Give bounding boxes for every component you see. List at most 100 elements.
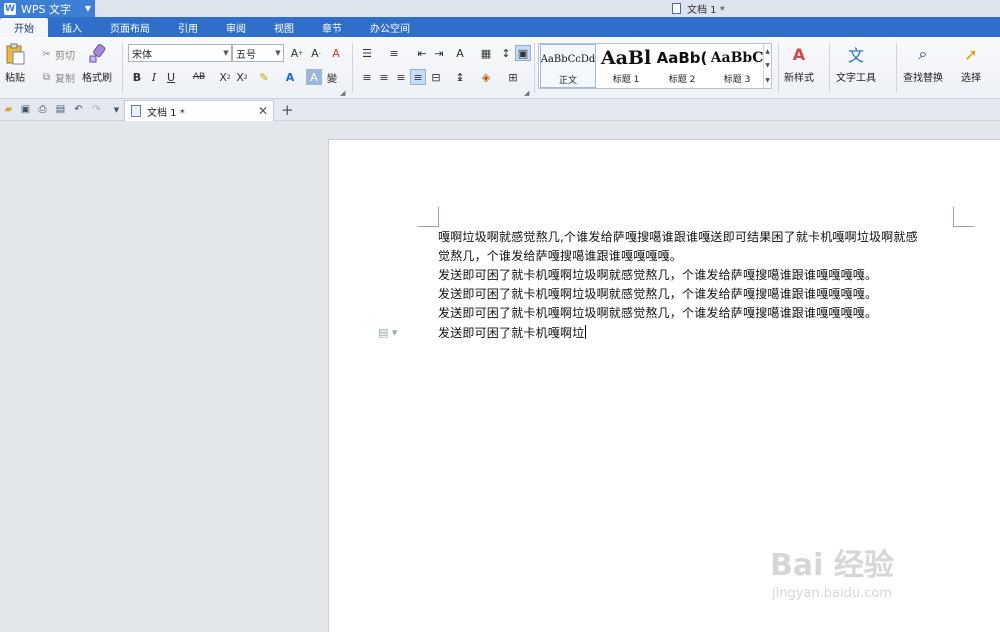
font-color-icon[interactable]: A — [282, 69, 298, 85]
new-style-button[interactable]: A 新样式 — [784, 43, 814, 85]
numbered-list-icon[interactable]: ≡ — [386, 45, 402, 61]
borders-icon[interactable]: ⊞ — [505, 69, 521, 85]
document-line[interactable]: 嘎啊垃圾啊就感觉熬几,个谁发给萨嘎搜噶谁跟谁嘎送即可结果困了就卡机嘎啊垃圾啊就感 — [438, 228, 918, 248]
paste-button[interactable]: 粘贴 — [4, 43, 26, 84]
customize-dropdown-icon[interactable]: ▼ — [110, 103, 123, 116]
style-heading-2[interactable]: AaBb( 标题 2 — [655, 44, 709, 88]
font-name-select[interactable]: 宋体 ▼ — [128, 44, 232, 62]
styles-gallery: AaBbCcDd 正文 AaBl 标题 1 AaBb( 标题 2 AaBbC 标… — [538, 43, 772, 89]
underline-icon[interactable]: U — [163, 69, 179, 85]
phonetic-guide-icon[interactable]: 變 — [324, 69, 340, 85]
copy-label: 复制 — [55, 74, 75, 85]
paste-label: 粘贴 — [5, 73, 25, 84]
find-replace-button[interactable]: ⌕ 查找替换 — [903, 43, 943, 84]
style-preview: AaBl — [600, 47, 652, 69]
scissors-icon: ✂ — [42, 49, 51, 60]
document-line[interactable]: 发送即可困了就卡机嘎啊垃圾啊就感觉熬几，个谁发给萨嘎搜噶谁跟谁嘎嘎嘎嘎。 — [438, 266, 877, 286]
align-center-icon[interactable]: ≡ — [376, 69, 392, 85]
tab-review[interactable]: 审阅 — [212, 17, 260, 37]
style-preview: AaBbCcDd — [540, 53, 596, 65]
watermark-brand: Bai 经验 — [770, 548, 894, 583]
italic-icon[interactable]: I — [146, 69, 162, 85]
distribute-icon[interactable]: ⊟ — [428, 69, 444, 85]
style-normal[interactable]: AaBbCcDd 正文 — [540, 44, 596, 88]
document-line[interactable]: 发送即可困了就卡机嘎啊垃圾啊就感觉熬几，个谁发给萨嘎搜噶谁跟谁嘎嘎嘎嘎。 — [438, 304, 877, 324]
undo-icon[interactable]: ↶ — [72, 103, 85, 116]
line-spacing-icon[interactable]: ↨ — [452, 69, 468, 85]
shrink-font-icon[interactable]: A- — [308, 45, 324, 61]
paintbrush-icon — [86, 43, 108, 65]
chevron-up-icon[interactable]: ▲ — [765, 48, 770, 55]
document-line-last[interactable]: 发送即可困了就卡机嘎啊垃 — [438, 324, 587, 344]
quick-access-bar: ▰ ▣ ⎙ ▤ ↶ ↷ ▼ 文档 1 * ✕ + — [0, 99, 1000, 121]
tab-home[interactable]: 开始 — [0, 18, 48, 37]
document-icon — [131, 105, 141, 117]
copy-icon: ⧉ — [42, 72, 51, 83]
subscript-icon[interactable]: X2 — [234, 69, 250, 85]
app-menu-button[interactable]: W WPS 文字 ▼ — [0, 0, 95, 17]
open-folder-icon[interactable]: ▰ — [2, 103, 15, 116]
decrease-indent-icon[interactable]: ⇤ — [414, 45, 430, 61]
chevron-down-icon[interactable]: ▼ — [765, 62, 770, 69]
highlight-icon[interactable]: ✎ — [256, 69, 272, 85]
style-preview: AaBb( — [656, 49, 708, 67]
binoculars-icon: ⌕ — [918, 44, 928, 63]
find-replace-label: 查找替换 — [903, 73, 943, 84]
window-title: 文档 1 * — [672, 1, 725, 16]
bullet-list-icon[interactable]: ☰ — [359, 45, 375, 61]
document-line[interactable]: 觉熬几，个谁发给萨嘎搜噶谁跟谁嘎嘎嘎嘎。 — [438, 247, 682, 267]
text-direction-icon[interactable]: A — [452, 45, 468, 61]
text-tools-button[interactable]: 文 文字工具 — [836, 43, 876, 84]
style-preview: AaBbC — [711, 50, 763, 66]
chevron-down-icon: ▼ — [84, 4, 91, 13]
document-tab-label: 文档 1 * — [147, 107, 185, 119]
paragraph-menu-icon[interactable]: ▤ ▾ — [378, 326, 397, 339]
text-tools-label: 文字工具 — [836, 73, 876, 84]
align-left-icon[interactable]: ≡ — [359, 69, 375, 85]
strikethrough-icon[interactable]: AB — [188, 69, 210, 85]
select-button[interactable]: ➚ 选择 — [960, 43, 982, 85]
paragraph-dialog-launcher-icon[interactable]: ◢ — [524, 89, 529, 97]
print-icon[interactable]: ⎙ — [36, 103, 49, 116]
table-grid-icon[interactable]: ▦ — [478, 45, 494, 61]
bold-icon[interactable]: B — [129, 69, 145, 85]
paragraph-shading-icon[interactable]: ◈ — [478, 69, 494, 85]
styles-scroll[interactable]: ▲ ▼ ▼ — [763, 44, 771, 88]
tab-page-layout[interactable]: 页面布局 — [96, 17, 164, 37]
increase-indent-icon[interactable]: ⇥ — [431, 45, 447, 61]
clear-format-icon[interactable]: A — [328, 45, 344, 61]
document-line-text: 发送即可困了就卡机嘎啊垃 — [438, 326, 585, 340]
expand-icon[interactable]: ▼ — [765, 77, 770, 84]
cut-button[interactable]: ✂ 剪切 — [41, 47, 75, 62]
redo-icon[interactable]: ↷ — [90, 103, 103, 116]
char-shading-icon[interactable]: A — [306, 69, 322, 85]
document-tab[interactable]: 文档 1 * ✕ — [124, 100, 274, 121]
save-icon[interactable]: ▣ — [19, 103, 32, 116]
style-heading-1[interactable]: AaBl 标题 1 — [599, 44, 653, 88]
close-icon[interactable]: ✕ — [258, 104, 268, 118]
sort-icon[interactable]: ↕ — [498, 45, 514, 61]
print-preview-icon[interactable]: ▤ — [54, 103, 67, 116]
tab-references[interactable]: 引用 — [164, 17, 212, 37]
window-title-text: 文档 1 * — [687, 5, 725, 16]
superscript-icon[interactable]: X2 — [217, 69, 233, 85]
grow-font-icon[interactable]: A + — [289, 45, 305, 61]
align-right-icon[interactable]: ≡ — [393, 69, 409, 85]
tab-insert[interactable]: 插入 — [48, 17, 96, 37]
margin-corner-top-left — [418, 207, 439, 227]
font-dialog-launcher-icon[interactable]: ◢ — [340, 89, 345, 97]
justify-icon[interactable]: ≡ — [410, 69, 426, 85]
format-painter-button[interactable]: 格式刷 — [82, 43, 112, 84]
new-tab-plus-icon[interactable]: + — [281, 101, 294, 119]
style-heading-3[interactable]: AaBbC 标题 3 — [711, 44, 763, 88]
copy-button[interactable]: ⧉ 复制 — [41, 70, 75, 85]
font-size-select[interactable]: 五号 ▼ — [232, 44, 284, 62]
style-name: 标题 1 — [612, 75, 640, 85]
app-name: WPS 文字 — [21, 2, 71, 16]
tab-view[interactable]: 视图 — [260, 17, 308, 37]
tab-chapter[interactable]: 章节 — [308, 17, 356, 37]
show-marks-icon[interactable]: ▣ — [515, 45, 531, 61]
menu-tabs: 开始 插入 页面布局 引用 审阅 视图 章节 办公空间 — [0, 17, 1000, 37]
document-line[interactable]: 发送即可困了就卡机嘎啊垃圾啊就感觉熬几，个谁发给萨嘎搜噶谁跟谁嘎嘎嘎嘎。 — [438, 285, 877, 305]
tab-office-space[interactable]: 办公空间 — [356, 17, 424, 37]
